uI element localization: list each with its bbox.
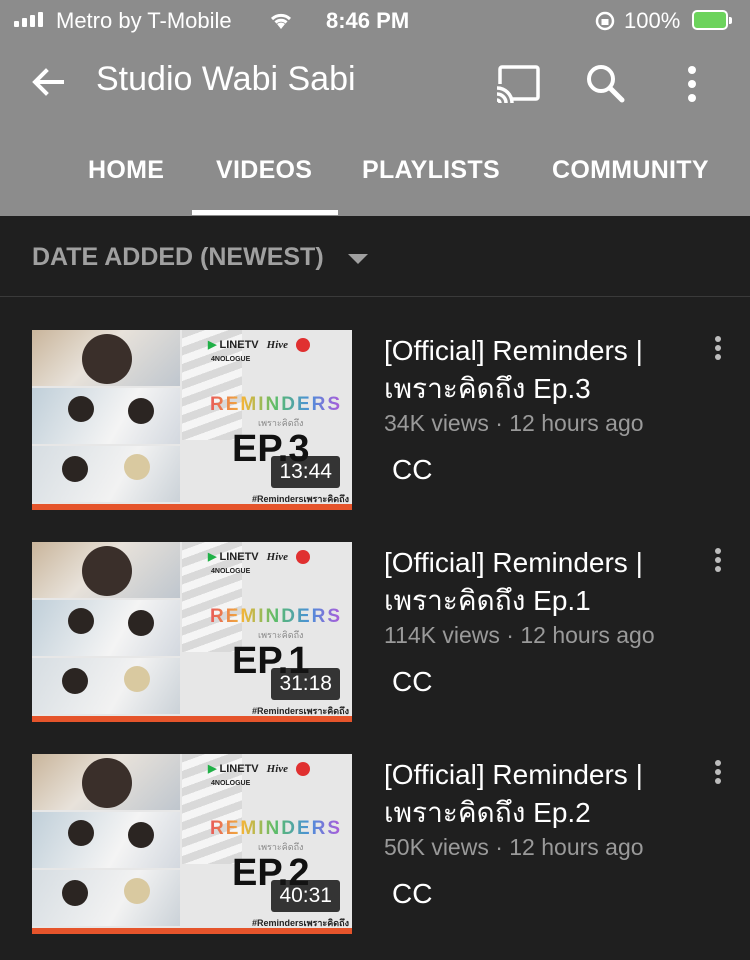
video-thumbnail[interactable]: ▶ LINETV Hive4NOLOGUE REMINDERS เพราะคิดถ… bbox=[32, 754, 352, 934]
search-icon[interactable] bbox=[584, 62, 628, 106]
video-title[interactable]: [Official] Reminders | เพราะคิดถึง Ep.2 bbox=[384, 756, 684, 832]
video-more-icon[interactable] bbox=[710, 336, 726, 364]
thumbnail-bar bbox=[32, 504, 352, 510]
thumbnail-photo bbox=[32, 330, 180, 386]
thumbnail-show-title: REMINDERS bbox=[210, 394, 343, 415]
video-duration: 31:18 bbox=[271, 668, 340, 700]
channel-tabs: HOME VIDEOS PLAYLISTS COMMUNITY bbox=[0, 128, 750, 216]
cc-badge: CC bbox=[392, 878, 433, 909]
video-title[interactable]: [Official] Reminders | เพราะคิดถึง Ep.1 bbox=[384, 544, 684, 620]
thumbnail-photo bbox=[32, 600, 180, 656]
thumbnail-show-title: REMINDERS bbox=[210, 606, 343, 627]
thumbnail-bar bbox=[32, 928, 352, 934]
thumbnail-brand: ▶ LINETV Hive4NOLOGUE bbox=[208, 762, 352, 788]
thumbnail-photo bbox=[32, 812, 180, 868]
cc-badge: CC bbox=[392, 666, 433, 697]
tab-videos[interactable]: VIDEOS bbox=[216, 156, 312, 185]
selected-tab-indicator bbox=[192, 210, 338, 215]
video-list-item[interactable]: ▶ LINETV Hive4NOLOGUE REMINDERS เพราะคิดถ… bbox=[0, 542, 750, 724]
tab-playlists[interactable]: PLAYLISTS bbox=[362, 156, 500, 185]
thumbnail-photo bbox=[32, 870, 180, 926]
clock: 8:46 PM bbox=[326, 8, 410, 33]
video-thumbnail[interactable]: ▶ LINETV Hive4NOLOGUE REMINDERS เพราะคิดถ… bbox=[32, 330, 352, 510]
thumbnail-photo bbox=[32, 388, 180, 444]
sort-label: DATE ADDED (NEWEST) bbox=[32, 243, 324, 271]
thumbnail-photo bbox=[32, 446, 180, 502]
video-meta: 114K views · 12 hours ago bbox=[384, 622, 655, 648]
thumbnail-brand: ▶ LINETV Hive4NOLOGUE bbox=[208, 550, 352, 576]
video-meta: 34K views · 12 hours ago bbox=[384, 410, 644, 436]
thumbnail-bar bbox=[32, 716, 352, 722]
video-duration: 40:31 bbox=[271, 880, 340, 912]
thumbnail-photo bbox=[32, 542, 180, 598]
status-bar: Metro by T-Mobile 8:46 PM 100% bbox=[0, 0, 750, 40]
video-title[interactable]: [Official] Reminders | เพราะคิดถึง Ep.3 bbox=[384, 332, 684, 408]
app-header: Metro by T-Mobile 8:46 PM 100% Studio Wa… bbox=[0, 0, 750, 216]
tab-home[interactable]: HOME bbox=[88, 156, 164, 185]
video-thumbnail[interactable]: ▶ LINETV Hive4NOLOGUE REMINDERS เพราะคิดถ… bbox=[32, 542, 352, 722]
app-bar: Studio Wabi Sabi bbox=[0, 40, 750, 128]
tab-community[interactable]: COMMUNITY bbox=[552, 156, 709, 185]
sort-dropdown[interactable]: DATE ADDED (NEWEST) bbox=[0, 216, 750, 297]
video-list-item[interactable]: ▶ LINETV Hive4NOLOGUE REMINDERS เพราะคิดถ… bbox=[0, 330, 750, 512]
video-duration: 13:44 bbox=[271, 456, 340, 488]
cc-badge: CC bbox=[392, 454, 433, 485]
thumbnail-photo bbox=[32, 754, 180, 810]
video-list-item[interactable]: ▶ LINETV Hive4NOLOGUE REMINDERS เพราะคิดถ… bbox=[0, 754, 750, 936]
thumbnail-show-title: REMINDERS bbox=[210, 818, 343, 839]
thumbnail-photo bbox=[32, 658, 180, 714]
wifi-icon bbox=[270, 13, 292, 29]
back-arrow-icon[interactable] bbox=[28, 62, 68, 102]
more-vert-icon[interactable] bbox=[680, 62, 704, 106]
signal-icon bbox=[14, 12, 43, 27]
video-more-icon[interactable] bbox=[710, 548, 726, 576]
thumbnail-brand: ▶ LINETV Hive4NOLOGUE bbox=[208, 338, 352, 364]
cast-icon[interactable] bbox=[494, 64, 542, 104]
battery-percent: 100% bbox=[624, 8, 681, 33]
video-meta: 50K views · 12 hours ago bbox=[384, 834, 644, 860]
caret-down-icon bbox=[348, 254, 368, 264]
channel-title: Studio Wabi Sabi bbox=[96, 60, 356, 98]
battery-icon bbox=[692, 10, 732, 30]
carrier-name: Metro by T-Mobile bbox=[56, 8, 232, 33]
video-more-icon[interactable] bbox=[710, 760, 726, 788]
orientation-lock-icon bbox=[595, 11, 615, 31]
